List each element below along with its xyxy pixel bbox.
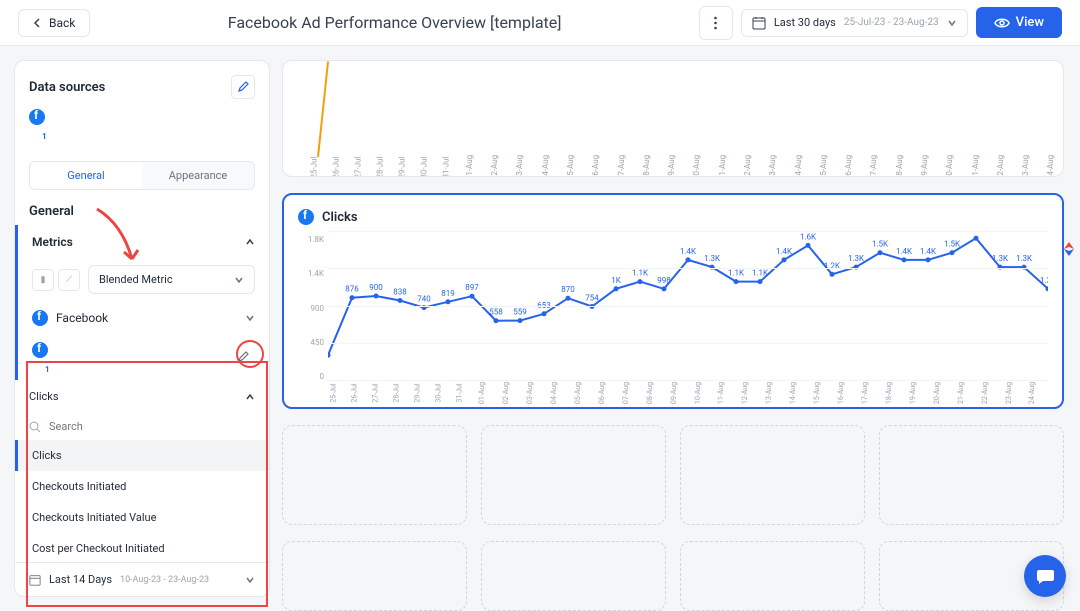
tab-appearance[interactable]: Appearance	[142, 162, 254, 189]
metric-option[interactable]: Checkouts Initiated Value	[15, 502, 269, 533]
app-switcher-icon[interactable]	[1060, 240, 1080, 261]
comparison-date-select[interactable]: Last 14 Days 10-Aug-23 - 23-Aug-23	[15, 562, 269, 596]
view-button[interactable]: View	[976, 7, 1062, 38]
metric-dropdown-header[interactable]: Clicks	[15, 380, 269, 413]
source-badge: 1	[42, 132, 47, 141]
metrics-label: Metrics	[32, 235, 73, 249]
chevron-up-icon	[245, 237, 255, 247]
empty-widget[interactable]	[481, 541, 666, 611]
chevron-down-icon	[245, 575, 255, 585]
empty-row-1	[282, 425, 1064, 525]
source-badge: 1	[45, 365, 50, 374]
topbar: Back Facebook Ad Performance Overview [t…	[0, 0, 1080, 46]
metric-search	[15, 413, 269, 440]
config-tabs: General Appearance	[29, 161, 255, 190]
empty-widget[interactable]	[282, 541, 467, 611]
bottom-date-label: Last 14 Days	[49, 573, 112, 586]
empty-widget[interactable]	[680, 541, 865, 611]
date-label: Last 30 days	[774, 16, 836, 29]
date-range-text: 25-Jul-23 - 23-Aug-23	[844, 17, 939, 28]
metric-option[interactable]: Clicks	[15, 440, 269, 471]
blended-label: Blended Metric	[99, 273, 173, 286]
page-title: Facebook Ad Performance Overview [templa…	[102, 13, 686, 32]
partial-line-icon	[317, 61, 329, 157]
facebook-icon	[32, 310, 48, 326]
search-input[interactable]	[47, 419, 255, 434]
y-axis: 1.8K1.4K9004500	[298, 231, 328, 401]
empty-widget[interactable]	[680, 425, 865, 525]
bottom-date-range: 10-Aug-23 - 23-Aug-23	[120, 575, 209, 585]
metric-option[interactable]: Checkouts Initiated	[15, 471, 269, 502]
chat-icon	[1035, 566, 1055, 586]
calendar-icon	[29, 574, 41, 586]
chevron-up-icon	[245, 392, 255, 402]
metric-dropdown-label: Clicks	[29, 390, 59, 403]
metric-option[interactable]: Cost per Checkout Initiated	[15, 533, 269, 562]
line-preview-icon: ⟋	[58, 269, 80, 291]
top-chart-strip: 25-Jul26-Jul27-Jul28-Jul29-Jul30-Jul31-J…	[282, 60, 1064, 177]
facebook-icon	[32, 342, 48, 358]
facebook-icon	[298, 209, 314, 225]
edit-sources-button[interactable]	[231, 75, 255, 99]
chart-title: Clicks	[322, 210, 358, 225]
top-strip-x-axis: 25-Jul26-Jul27-Jul28-Jul29-Jul30-Jul31-J…	[303, 163, 1055, 172]
empty-widget[interactable]	[879, 425, 1064, 525]
gridlines	[328, 231, 1048, 381]
date-range-button[interactable]: Last 30 days 25-Jul-23 - 23-Aug-23	[741, 9, 968, 37]
chevron-left-icon	[33, 18, 43, 28]
tab-general[interactable]: General	[30, 162, 142, 189]
topbar-actions: Last 30 days 25-Jul-23 - 23-Aug-23 View	[699, 6, 1062, 40]
general-section-title: General	[15, 190, 269, 225]
help-chat-button[interactable]	[1024, 555, 1066, 597]
x-axis: 25-Jul26-Jul27-Jul28-Jul29-Jul30-Jul31-J…	[328, 385, 1048, 401]
metric-options-list[interactable]: Clicks Checkouts Initiated Checkouts Ini…	[15, 440, 269, 562]
pencil-icon	[237, 81, 249, 93]
blended-metric-select[interactable]: Blended Metric	[88, 265, 255, 294]
chevron-down-icon	[245, 313, 255, 323]
edit-metric-button[interactable]	[231, 345, 255, 369]
kebab-icon	[714, 16, 717, 30]
facebook-source-label: Facebook	[56, 311, 237, 325]
plot-area: 8769008387408198975585596538707541K1.1K9…	[328, 231, 1048, 401]
chevron-down-icon	[947, 18, 957, 28]
pencil-icon	[237, 351, 249, 363]
chevron-down-icon	[234, 275, 244, 285]
view-label: View	[1016, 15, 1044, 30]
facebook-icon	[29, 109, 45, 125]
eye-icon	[994, 17, 1010, 29]
data-sources-title: Data sources	[29, 80, 105, 95]
calendar-icon	[752, 16, 766, 30]
more-button[interactable]	[699, 6, 733, 40]
chart-type-toggle[interactable]: ▮ ⟋	[32, 269, 80, 291]
sidebar: Data sources 1 General Appearance Genera…	[0, 46, 270, 611]
search-icon	[29, 421, 41, 433]
bar-preview-icon: ▮	[32, 269, 54, 291]
empty-widget[interactable]	[282, 425, 467, 525]
back-label: Back	[49, 16, 75, 30]
empty-widget[interactable]	[481, 425, 666, 525]
metrics-header[interactable]: Metrics	[15, 225, 269, 257]
back-button[interactable]: Back	[18, 9, 90, 37]
clicks-chart-card[interactable]: Clicks 1.8K1.4K9004500 87690083874081989…	[282, 193, 1064, 409]
empty-row-2	[282, 541, 1064, 611]
main-canvas: 25-Jul26-Jul27-Jul28-Jul29-Jul30-Jul31-J…	[270, 46, 1080, 611]
